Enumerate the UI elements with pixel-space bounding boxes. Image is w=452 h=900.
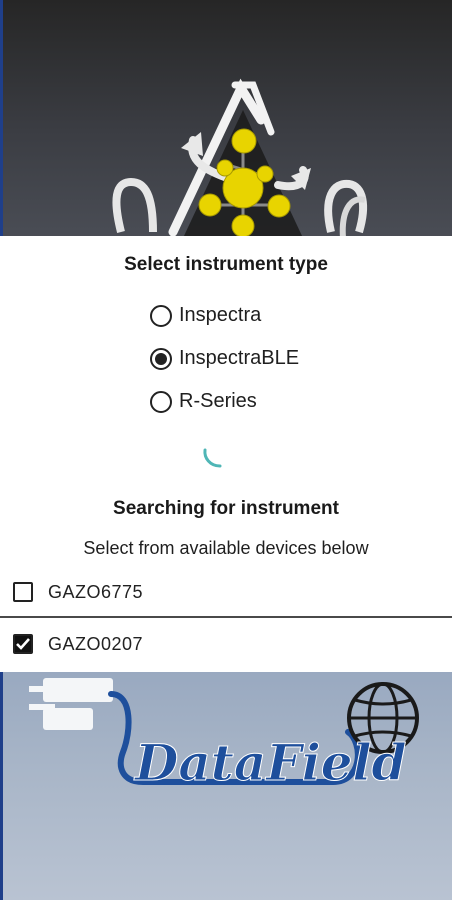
device-item-gazo6775[interactable]: GAZO6775 [0,566,452,618]
device-label: GAZO0207 [48,633,144,654]
header-artwork [0,0,452,238]
checkbox[interactable] [13,582,33,602]
datafield-logo-icon: DataField [29,678,419,793]
footer-artwork: DataField [0,672,452,900]
radio-button-selected[interactable] [150,347,172,370]
checkmark-icon [16,638,30,650]
radio-button[interactable] [150,390,172,413]
search-status: Searching for instrument [113,498,339,519]
instrument-dialog: Select instrument type Inspectra Inspect… [0,236,452,672]
radio-label: R-Series [179,390,257,412]
logo-wordmark: DataField [133,733,407,792]
dialog-title: Select instrument type [124,254,328,275]
radio-label: InspectraBLE [179,347,300,369]
checkbox-checked[interactable] [13,634,33,654]
device-hint: Select from available devices below [83,538,369,558]
radio-option-inspectra[interactable]: Inspectra [150,294,299,337]
device-item-gazo0207[interactable]: GAZO0207 [0,618,452,670]
loading-spinner-icon [203,448,222,468]
radio-option-r-series[interactable]: R-Series [150,380,299,423]
molecule-logo-icon [112,78,368,238]
instrument-type-radio-group: Inspectra InspectraBLE R-Series [150,294,299,423]
radio-label: Inspectra [179,304,262,326]
device-label: GAZO6775 [48,581,144,602]
radio-option-inspectrable[interactable]: InspectraBLE [150,337,299,380]
radio-button[interactable] [150,304,172,327]
